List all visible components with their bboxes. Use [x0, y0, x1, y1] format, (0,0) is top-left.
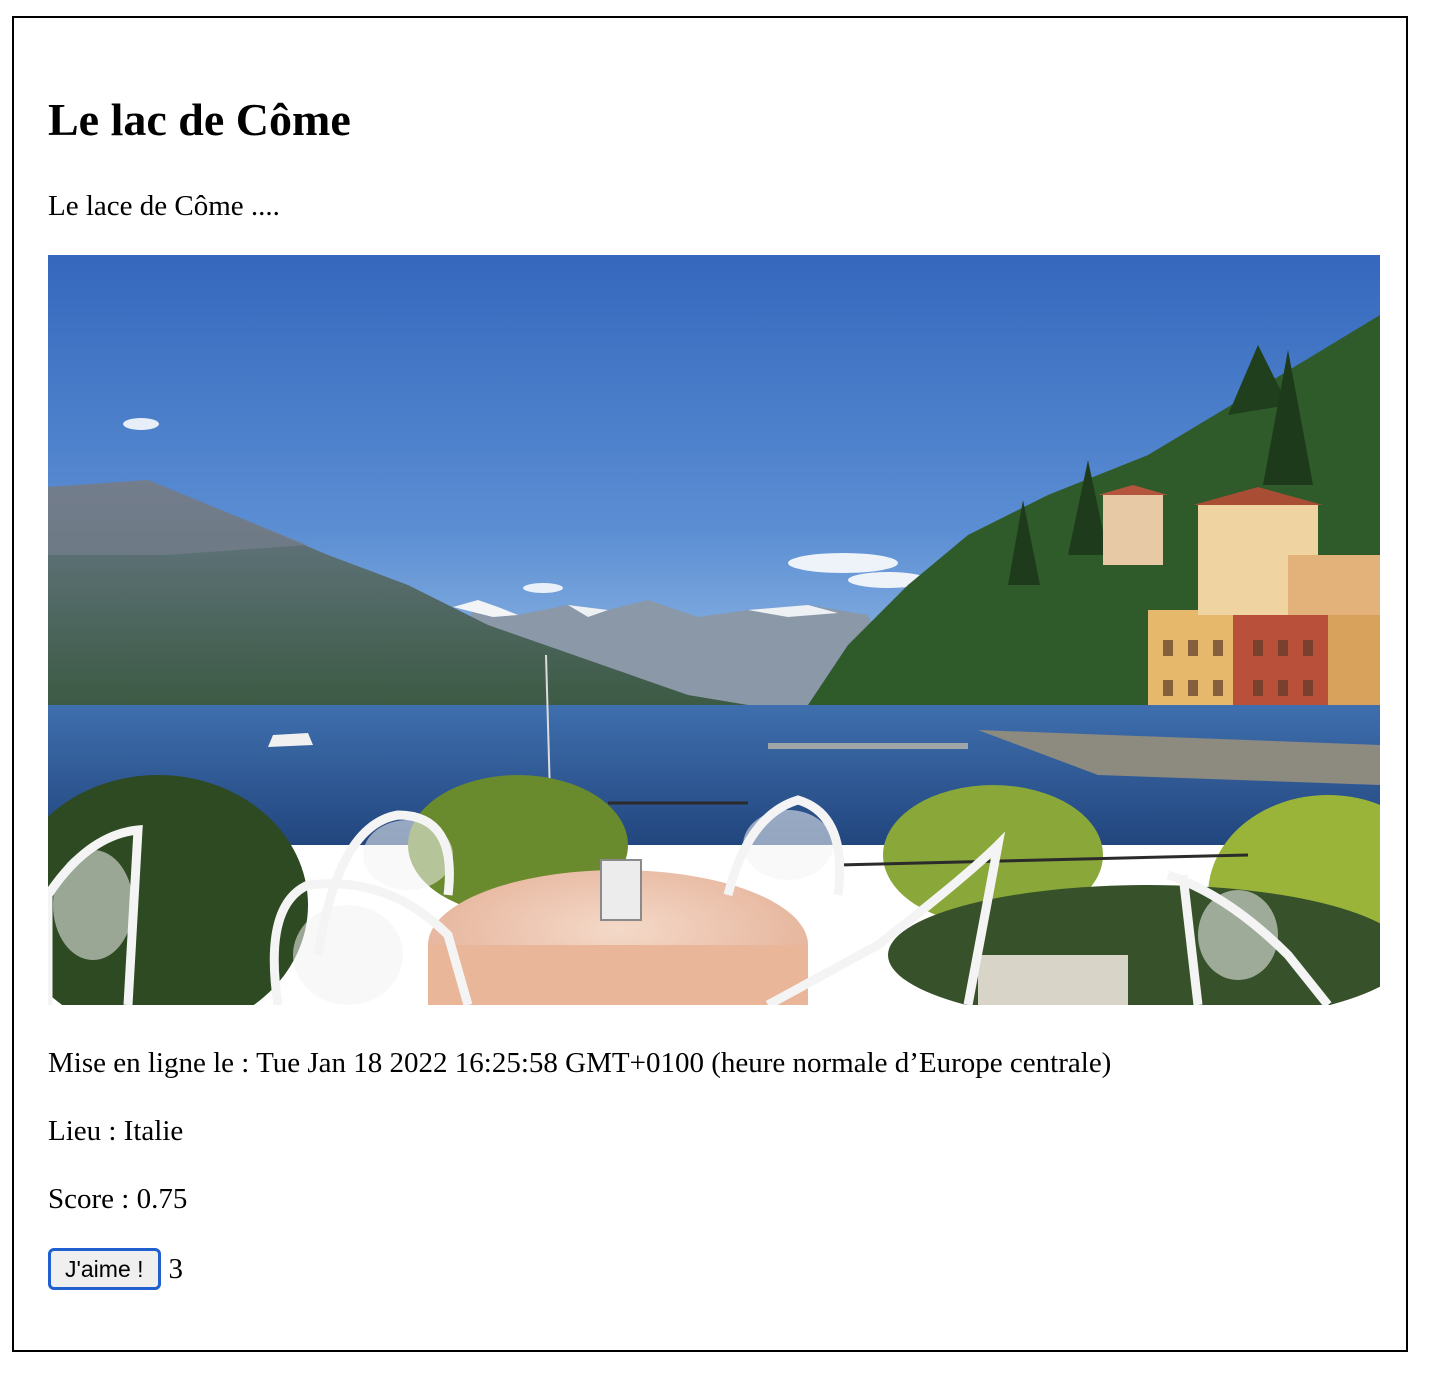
post-description: Le lace de Côme .... [48, 190, 280, 222]
post-title: Le lac de Côme [48, 94, 351, 145]
like-row: J'aime ! 3 [48, 1248, 184, 1290]
post-photo [48, 255, 1380, 1005]
like-count: 3 [168, 1253, 184, 1285]
post-score: Score : 0.75 [48, 1183, 188, 1215]
post-card: Le lac de Côme Le lace de Côme .... Mise… [12, 16, 1408, 1352]
post-location: Lieu : Italie [48, 1115, 184, 1147]
like-button[interactable]: J'aime ! [48, 1248, 161, 1290]
post-date: Mise en ligne le : Tue Jan 18 2022 16:25… [48, 1047, 1112, 1079]
